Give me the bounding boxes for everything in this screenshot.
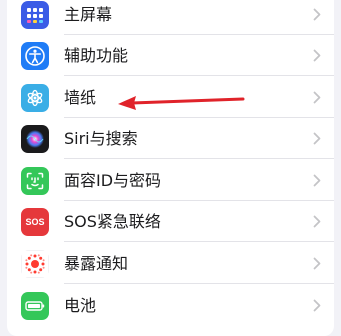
row-separator bbox=[64, 283, 334, 284]
settings-row-accessibility[interactable]: 辅助功能 bbox=[7, 35, 334, 76]
row-separator bbox=[64, 158, 334, 159]
settings-row-emergency-sos[interactable]: SOS SOS紧急联络 bbox=[7, 201, 334, 242]
chevron-right-icon bbox=[313, 49, 321, 62]
row-separator bbox=[64, 241, 334, 242]
chevron-right-icon bbox=[313, 174, 321, 187]
settings-row-label: 辅助功能 bbox=[64, 46, 129, 65]
settings-row-battery[interactable]: 电池 bbox=[7, 285, 334, 326]
settings-row-label: 主屏幕 bbox=[64, 5, 113, 24]
chevron-right-icon bbox=[313, 132, 321, 145]
settings-row-exposure-notifications[interactable]: 暴露通知 bbox=[7, 243, 334, 284]
settings-row-wallpaper[interactable]: 墙纸 bbox=[7, 77, 334, 118]
accessibility-person-icon bbox=[21, 42, 49, 70]
sos-icon: SOS bbox=[21, 208, 49, 236]
siri-orb-icon bbox=[21, 125, 49, 153]
settings-row-face-id[interactable]: 面容ID与密码 bbox=[7, 160, 334, 201]
chevron-right-icon bbox=[313, 91, 321, 104]
settings-row-home-screen[interactable]: 主屏幕 bbox=[7, 0, 334, 35]
settings-row-label: Siri与搜索 bbox=[64, 129, 138, 148]
sos-badge-text: SOS bbox=[25, 217, 45, 227]
wallpaper-flower-icon bbox=[21, 84, 49, 112]
settings-row-siri-search[interactable]: Siri与搜索 bbox=[7, 118, 334, 159]
face-id-icon bbox=[21, 167, 49, 195]
chevron-right-icon bbox=[313, 257, 321, 270]
settings-list: 主屏幕 辅助功能 墙纸 Siri与搜索 面容ID与密码 SOS SOS紧急联络 … bbox=[7, 0, 334, 336]
settings-row-label: 暴露通知 bbox=[64, 254, 129, 273]
home-screen-grid-icon bbox=[21, 1, 49, 29]
exposure-notification-icon bbox=[21, 250, 49, 278]
settings-row-label: SOS紧急联络 bbox=[64, 212, 161, 231]
chevron-right-icon bbox=[313, 8, 321, 21]
settings-row-label: 面容ID与密码 bbox=[64, 171, 162, 190]
settings-row-label: 墙纸 bbox=[64, 88, 97, 107]
battery-icon bbox=[21, 292, 49, 320]
chevron-right-icon bbox=[313, 299, 321, 312]
row-separator bbox=[64, 75, 334, 76]
chevron-right-icon bbox=[313, 215, 321, 228]
settings-row-label: 电池 bbox=[64, 296, 97, 315]
